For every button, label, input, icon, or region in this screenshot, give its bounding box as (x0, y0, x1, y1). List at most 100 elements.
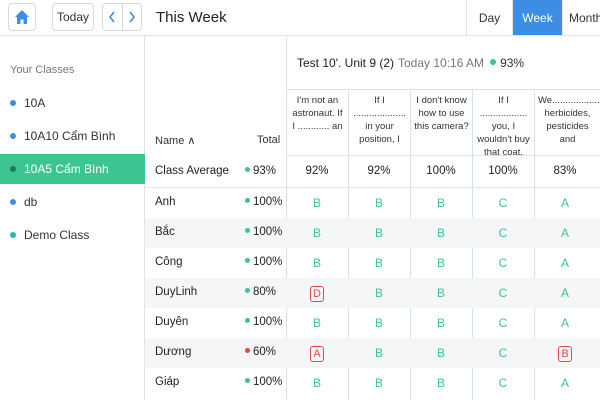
answer-cell[interactable]: A (534, 316, 596, 330)
class-color-dot (10, 100, 16, 106)
student-row[interactable]: Công 100% B B B C A (145, 248, 600, 278)
today-button[interactable]: Today (52, 3, 94, 31)
name-column-header[interactable]: Name ∧ (155, 134, 195, 147)
correct-answer: C (498, 226, 508, 240)
answer-cell[interactable]: B (348, 316, 410, 330)
answer-cell[interactable]: B (348, 286, 410, 300)
class-label: 10A10 Cẩm Bình (24, 129, 116, 143)
student-total-value: 100% (253, 316, 283, 328)
answer-cell[interactable]: B (286, 226, 348, 240)
answer-cell[interactable]: A (534, 256, 596, 270)
answer-cell[interactable]: B (410, 346, 472, 360)
question-header[interactable]: If I .................... in your positi… (348, 90, 410, 156)
answer-cell[interactable]: B (410, 256, 472, 270)
correct-answer: C (498, 376, 508, 390)
class-item[interactable]: 10A (0, 88, 145, 118)
tab-week[interactable]: Week (512, 0, 562, 35)
class-color-dot (10, 199, 16, 205)
student-total: 100% (245, 256, 282, 268)
question-header[interactable]: I'm not an astronaut. If I ............ … (286, 90, 348, 156)
answer-cell[interactable]: C (472, 346, 534, 360)
correct-answer: B (374, 286, 383, 300)
class-item[interactable]: 10A10 Cẩm Bình (0, 121, 145, 151)
student-row[interactable]: Giáp 100% B B B C A (145, 368, 600, 398)
correct-answer: A (560, 256, 569, 270)
answer-cell[interactable]: B (410, 316, 472, 330)
class-item[interactable]: 10A5 Cẩm Bình (0, 154, 145, 184)
answer-cell[interactable]: C (472, 286, 534, 300)
average-cell: 100% (426, 165, 456, 177)
student-row[interactable]: Dương 60% A B B C B (145, 338, 600, 368)
answer-cell[interactable]: B (410, 196, 472, 210)
class-color-dot (10, 133, 16, 139)
top-toolbar: Today This Week Day Week Month (0, 0, 600, 36)
home-button[interactable] (8, 3, 36, 31)
answer-cell[interactable]: A (534, 376, 596, 390)
class-item[interactable]: db (0, 187, 145, 217)
student-name: Công (155, 256, 183, 268)
class-average-total: 93% (245, 165, 276, 177)
answer-cell[interactable]: A (534, 286, 596, 300)
test-header[interactable]: Test 10'. Unit 9 (2) Today 10:16 AM 93% (286, 36, 600, 90)
question-header[interactable]: If I .................. you, I wouldn't … (472, 90, 534, 156)
answer-cell[interactable]: B (348, 346, 410, 360)
student-total-value: 100% (253, 376, 283, 388)
answer-cell[interactable]: B (410, 376, 472, 390)
answer-cell[interactable]: B (534, 346, 596, 362)
student-row[interactable]: DuyLinh 80% D B B C A (145, 278, 600, 308)
student-total-value: 100% (253, 226, 283, 238)
answer-cell[interactable]: B (286, 256, 348, 270)
next-button[interactable] (123, 4, 142, 30)
correct-answer: B (436, 346, 445, 360)
answer-cell[interactable]: D (286, 286, 348, 302)
student-total: 80% (245, 286, 276, 298)
question-header[interactable]: We................... herbicides, pestic… (534, 90, 600, 156)
answer-cell[interactable]: B (348, 196, 410, 210)
view-tabs: Day Week Month (466, 0, 600, 35)
total-column-header[interactable]: Total (257, 134, 280, 146)
answer-cell[interactable]: B (286, 376, 348, 390)
answer-cell[interactable]: B (348, 256, 410, 270)
answer-cell[interactable]: B (410, 226, 472, 240)
question-header[interactable]: I don't know how to use this camera? (410, 90, 472, 156)
total-status-dot (245, 198, 250, 203)
answer-cell[interactable]: A (286, 346, 348, 362)
answer-cell[interactable]: C (472, 376, 534, 390)
answer-cell[interactable]: B (410, 286, 472, 300)
wrong-answer: A (310, 346, 324, 362)
tab-day[interactable]: Day (466, 0, 512, 35)
correct-answer: C (498, 346, 508, 360)
average-dot (245, 167, 250, 172)
answer-cell[interactable]: B (348, 226, 410, 240)
total-status-dot (245, 378, 250, 383)
test-time: Today 10:16 AM (398, 55, 485, 70)
class-label: Demo Class (24, 228, 90, 242)
answer-cell[interactable]: C (472, 196, 534, 210)
class-color-dot (10, 232, 16, 238)
class-label: 10A (24, 96, 46, 110)
student-row[interactable]: Anh 100% B B B C A (145, 188, 600, 218)
correct-answer: B (374, 376, 383, 390)
correct-answer: C (498, 286, 508, 300)
student-name: Bắc (155, 226, 175, 238)
total-status-dot (245, 348, 250, 353)
student-row[interactable]: Duyên 100% B B B C A (145, 308, 600, 338)
answer-cell[interactable]: B (286, 316, 348, 330)
answer-cell[interactable]: C (472, 316, 534, 330)
correct-answer: B (374, 316, 383, 330)
student-total: 60% (245, 346, 276, 358)
correct-answer: B (436, 226, 445, 240)
correct-answer: B (374, 196, 383, 210)
class-item[interactable]: Demo Class (0, 220, 145, 250)
student-row[interactable]: Bắc 100% B B B C A (145, 218, 600, 248)
answer-cell[interactable]: B (286, 196, 348, 210)
answer-cell[interactable]: B (348, 376, 410, 390)
answer-cell[interactable]: C (472, 256, 534, 270)
answer-cell[interactable]: A (534, 196, 596, 210)
answer-cell[interactable]: A (534, 226, 596, 240)
prev-button[interactable] (103, 4, 123, 30)
tab-month[interactable]: Month (562, 0, 600, 35)
sidebar-heading: Your Classes (10, 64, 75, 76)
answer-cell[interactable]: C (472, 226, 534, 240)
average-cell: 92% (367, 165, 391, 177)
